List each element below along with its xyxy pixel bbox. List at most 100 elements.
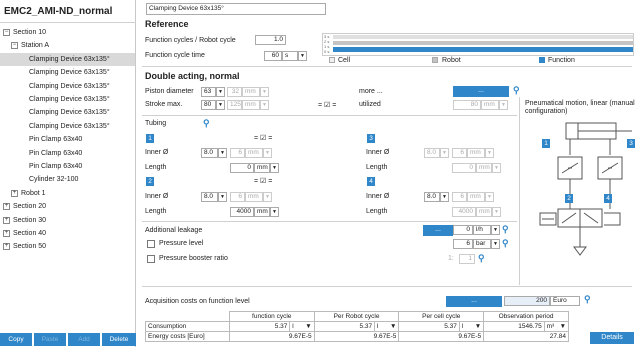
tube-1-link-toggle[interactable]: = ☑ = (254, 134, 272, 142)
piston-unit-dropdown[interactable]: ▼ (260, 87, 269, 97)
tube-3-inner-input[interactable]: 8.0 (424, 148, 440, 158)
tube-4-mm-input[interactable]: 6 (452, 192, 467, 202)
tube-1-length-input[interactable]: 0 (230, 163, 254, 173)
tube-3-length-dropdown[interactable]: ▼ (492, 163, 501, 173)
function-cycles-input[interactable]: 1.0 (255, 35, 286, 45)
tree-item[interactable]: Clamping Device 63x135° (0, 66, 135, 79)
pin-icon[interactable]: ⚲ (513, 85, 520, 96)
expand-icon[interactable]: + (3, 243, 10, 251)
tree-item[interactable]: Clamping Device 63x135° (0, 120, 135, 133)
chevron-down-icon[interactable]: ▼ (560, 323, 566, 330)
pressure-level-checkbox[interactable] (147, 240, 155, 248)
tube-1-inner-dropdown[interactable]: ▼ (218, 148, 227, 158)
tube-1-length-dropdown[interactable]: ▼ (270, 163, 279, 173)
tube-4-length-input[interactable]: 4000 (452, 207, 476, 217)
utilized-unit-dropdown[interactable]: ▼ (499, 100, 508, 110)
leakage-button[interactable]: ... (423, 225, 453, 236)
tube-1-mm-input[interactable]: 6 (230, 148, 245, 158)
leakage-input[interactable]: 0 (453, 225, 473, 235)
acquisition-costs-input[interactable]: 200 (504, 296, 550, 306)
tube-3-mm-input[interactable]: 6 (452, 148, 467, 158)
tube-4-inner-dropdown[interactable]: ▼ (440, 192, 449, 202)
cycle-time-input[interactable]: 60 (264, 51, 282, 61)
piston-diameter-dropdown[interactable]: ▼ (216, 87, 225, 97)
tree-item[interactable]: + Robot 1 (0, 187, 135, 200)
tree-item[interactable]: Clamping Device 63x135° (0, 106, 135, 119)
tube-4-inner-input[interactable]: 8.0 (424, 192, 440, 202)
acquisition-costs-button[interactable]: ... (446, 296, 502, 307)
tube-3-inner-dropdown[interactable]: ▼ (440, 148, 449, 158)
function-cycle-time-label: Function cycle time (145, 52, 205, 59)
tree-item[interactable]: + Section 50 (0, 240, 135, 253)
tube-2-unit-dropdown[interactable]: ▼ (263, 192, 272, 202)
tube-2-inner-dropdown[interactable]: ▼ (218, 192, 227, 202)
utilized-input[interactable]: 80 (453, 100, 481, 110)
pressure-level-input[interactable]: 6 (453, 239, 473, 249)
paste-button[interactable]: Paste (34, 333, 66, 346)
pin-icon[interactable]: ⚲ (203, 118, 210, 129)
tube-1-unit-dropdown[interactable]: ▼ (263, 148, 272, 158)
unit-select[interactable]: l (458, 322, 475, 331)
tube-3-unit-dropdown[interactable]: ▼ (485, 148, 494, 158)
leakage-unit-dropdown[interactable]: ▼ (491, 225, 500, 235)
tube-2-mm-input[interactable]: 6 (230, 192, 245, 202)
pin-icon[interactable]: ⚲ (502, 224, 509, 235)
unit-select[interactable]: m³ (543, 322, 560, 331)
chevron-down-icon[interactable]: ▼ (305, 323, 311, 330)
tube-2-length-dropdown[interactable]: ▼ (270, 207, 279, 217)
pin-icon[interactable]: ⚲ (502, 238, 509, 249)
pressure-booster-checkbox[interactable] (147, 255, 155, 263)
tree-item[interactable]: Pin Clamp 63x40 (0, 133, 135, 146)
tree-item[interactable]: Cylinder 32-100 (0, 173, 135, 186)
tube-1-inner-input[interactable]: 8.0 (201, 148, 218, 158)
chevron-down-icon[interactable]: ▼ (475, 323, 481, 330)
stroke-max-input[interactable]: 80 (201, 100, 216, 110)
add-button[interactable]: Add (68, 333, 100, 346)
pin-icon[interactable]: ⚲ (584, 294, 591, 305)
expand-icon[interactable]: + (3, 216, 10, 224)
tube-4-length-dropdown[interactable]: ▼ (492, 207, 501, 217)
cycle-time-unit[interactable]: s (282, 51, 298, 61)
pin-icon[interactable]: ⚲ (478, 253, 485, 264)
tree-item[interactable]: + Section 30 (0, 214, 135, 227)
expand-icon[interactable]: + (3, 230, 10, 237)
copy-button[interactable]: Copy (0, 333, 32, 346)
piston-mm-unit: mm (242, 87, 260, 97)
tree-item[interactable]: + Section 20 (0, 200, 135, 213)
cycle-time-unit-dropdown[interactable]: ▼ (298, 51, 307, 61)
collapse-icon[interactable]: − (3, 29, 10, 36)
pressure-unit-dropdown[interactable]: ▼ (491, 239, 500, 249)
tree-item[interactable]: Clamping Device 63x135° (0, 52, 135, 66)
stroke-link-toggle[interactable]: = ☑ = (318, 101, 336, 109)
piston-mm-input[interactable]: 32 (227, 87, 242, 97)
collapse-icon[interactable]: − (11, 42, 18, 50)
tube-2-inner-input[interactable]: 8.0 (201, 192, 218, 202)
unit-select[interactable]: l (289, 322, 305, 331)
tube-2-link-toggle[interactable]: = ☑ = (254, 177, 272, 185)
stroke-max-dropdown[interactable]: ▼ (216, 100, 225, 110)
stroke-mm-input[interactable]: 125 (227, 100, 242, 110)
component-name-field[interactable]: Clamping Device 63x135° (146, 3, 326, 15)
pneumatic-diagram (539, 122, 632, 256)
more-button[interactable]: ... (453, 86, 509, 97)
stroke-unit-dropdown[interactable]: ▼ (260, 100, 269, 110)
tube-4-unit-dropdown[interactable]: ▼ (485, 192, 494, 202)
tree-item[interactable]: − Section 10 (0, 26, 135, 39)
tree-item[interactable]: − Station A (0, 39, 135, 52)
delete-button[interactable]: Delete (102, 333, 136, 346)
tube-3-length-input[interactable]: 0 (452, 163, 476, 173)
tree-item[interactable]: + Section 40 (0, 227, 135, 240)
tree-item[interactable]: Clamping Device 63x135° (0, 93, 135, 106)
expand-icon[interactable]: + (3, 203, 10, 211)
chevron-down-icon[interactable]: ▼ (390, 323, 396, 330)
details-button[interactable]: Details (590, 332, 634, 344)
port-3-badge: 3 (627, 139, 635, 148)
piston-diameter-input[interactable]: 63 (201, 87, 216, 97)
pressure-booster-input[interactable]: 1 (459, 254, 475, 264)
tube-2-length-input[interactable]: 4000 (230, 207, 254, 217)
unit-select[interactable]: l (373, 322, 390, 331)
tree-item[interactable]: Pin Clamp 63x40 (0, 147, 135, 160)
expand-icon[interactable]: + (11, 189, 18, 197)
tree-item[interactable]: Pin Clamp 63x40 (0, 160, 135, 173)
tree-item[interactable]: Clamping Device 63x135° (0, 80, 135, 93)
